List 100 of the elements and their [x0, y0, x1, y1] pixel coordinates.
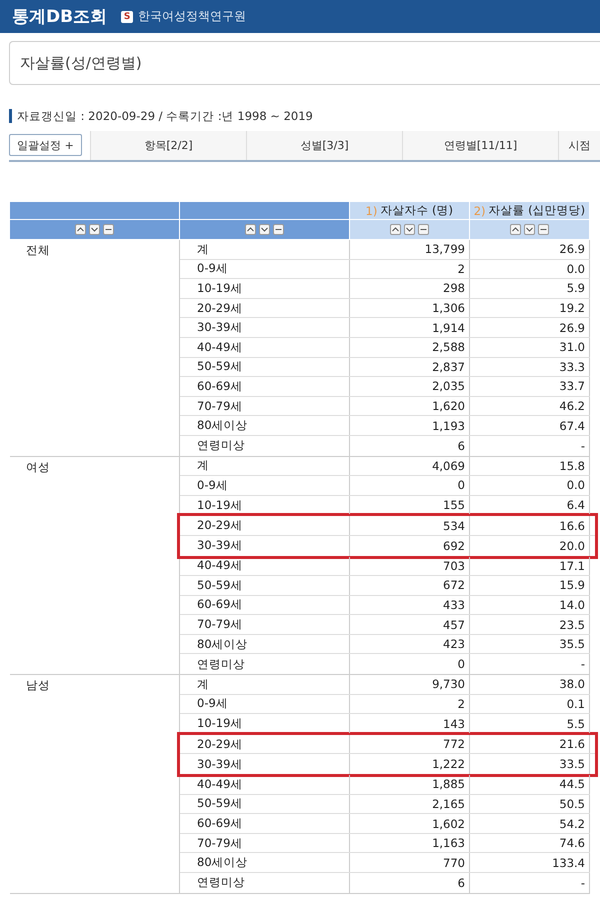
age-cell: 80세이상	[180, 416, 350, 435]
count-cell: 2,035	[350, 377, 470, 396]
count-cell: 672	[350, 576, 470, 595]
rate-cell: 17.1	[470, 556, 590, 576]
age-cell: 0-9세	[180, 694, 350, 714]
rate-cell: -	[470, 873, 590, 893]
collapse-button[interactable]	[102, 224, 114, 235]
chevron-up-icon	[76, 227, 84, 232]
count-cell: 6	[350, 436, 470, 456]
count-cell: 2,837	[350, 358, 470, 376]
count-cell: 1,222	[350, 754, 470, 774]
count-cell: 155	[350, 496, 470, 514]
chevron-up-icon	[246, 227, 254, 232]
bulk-setting-button[interactable]: 일괄설정 +	[9, 134, 82, 156]
age-cell: 30-39세	[180, 318, 350, 337]
count-cell: 1,163	[350, 834, 470, 852]
count-cell: 9,730	[350, 675, 470, 694]
app-title: 통계DB조회	[12, 6, 108, 28]
page-title: 자살률(성/연령별)	[20, 54, 142, 72]
rate-cell: 31.0	[470, 338, 590, 357]
age-cell: 70-79세	[180, 396, 350, 416]
count-cell: 6	[350, 873, 470, 893]
age-cell: 연령미상	[180, 436, 350, 456]
age-cell: 50-59세	[180, 794, 350, 814]
count-cell: 1,306	[350, 298, 470, 318]
chevron-down-icon	[90, 227, 98, 232]
count-cell: 770	[350, 853, 470, 872]
age-cell: 0-9세	[180, 476, 350, 495]
rate-cell: 5.9	[470, 279, 590, 298]
rate-cell: 33.7	[470, 377, 590, 396]
age-cell: 40-49세	[180, 556, 350, 576]
count-cell: 0	[350, 476, 470, 495]
age-cell: 연령미상	[180, 873, 350, 893]
rate-cell: 0.0	[470, 260, 590, 278]
age-cell: 60-69세	[180, 814, 350, 833]
chevron-down-icon	[526, 227, 533, 232]
rate-cell: 50.5	[470, 794, 590, 814]
sort-down-button[interactable]	[258, 224, 270, 235]
count-cell: 1,885	[350, 775, 470, 794]
count-cell: 1,193	[350, 416, 470, 435]
rate-cell: 20.0	[470, 536, 590, 556]
age-cell: 80세이상	[180, 853, 350, 872]
group-label: 남성	[25, 677, 51, 694]
rate-cell: 15.9	[470, 576, 590, 595]
filter-tab[interactable]: 항목[2/2]	[90, 131, 246, 160]
rate-cell: 21.6	[470, 734, 590, 754]
rate-cell: 0.0	[470, 476, 590, 495]
rate-cell: 15.8	[470, 456, 590, 476]
count-cell: 143	[350, 714, 470, 733]
rate-cell: 33.5	[470, 754, 590, 774]
age-cell: 80세이상	[180, 634, 350, 654]
minus-icon	[274, 227, 282, 232]
count-cell: 703	[350, 556, 470, 576]
sort-down-button[interactable]	[88, 224, 100, 235]
rate-cell: 46.2	[470, 396, 590, 416]
count-cell: 457	[350, 615, 470, 634]
age-cell: 40-49세	[180, 775, 350, 794]
age-cell: 10-19세	[180, 496, 350, 514]
count-cell: 298	[350, 279, 470, 298]
age-cell: 40-49세	[180, 338, 350, 357]
age-cell: 10-19세	[180, 279, 350, 298]
count-cell: 423	[350, 634, 470, 654]
age-cell: 20-29세	[180, 298, 350, 318]
count-cell: 2,588	[350, 338, 470, 357]
rate-cell: 67.4	[470, 416, 590, 435]
org-name: 한국여성정책연구원	[138, 8, 246, 25]
age-cell: 계	[180, 456, 350, 476]
age-cell: 50-59세	[180, 358, 350, 376]
rate-cell: 14.0	[470, 596, 590, 614]
count-cell: 534	[350, 516, 470, 535]
age-cell: 20-29세	[180, 516, 350, 535]
age-cell: 연령미상	[180, 654, 350, 674]
rate-cell: 133.4	[470, 853, 590, 872]
rate-cell: 38.0	[470, 675, 590, 694]
chevron-down-icon	[260, 227, 268, 232]
age-cell: 0-9세	[180, 260, 350, 278]
info-text: 자료갱신일 : 2020-09-29 / 수록기간 :년 1998 ~ 2019	[9, 109, 600, 123]
filter-tab[interactable]: 성별[3/3]	[246, 131, 402, 160]
chevron-up-icon	[392, 227, 399, 232]
collapse-button[interactable]	[538, 224, 549, 235]
age-cell: 50-59세	[180, 576, 350, 595]
rate-cell: 35.5	[470, 634, 590, 654]
sort-down-button[interactable]	[404, 224, 415, 235]
sort-up-button[interactable]	[244, 224, 256, 235]
collapse-button[interactable]	[418, 224, 429, 235]
sort-up-button[interactable]	[510, 224, 521, 235]
count-cell: 13,799	[350, 240, 470, 259]
age-cell: 60-69세	[180, 377, 350, 396]
rate-cell: 6.4	[470, 496, 590, 514]
sort-up-button[interactable]	[390, 224, 401, 235]
minus-icon	[540, 227, 547, 232]
sort-up-button[interactable]	[74, 224, 86, 235]
count-cell: 0	[350, 654, 470, 674]
filter-tab[interactable]: 연령별[11/11]	[402, 131, 558, 160]
collapse-button[interactable]	[272, 224, 284, 235]
sort-down-button[interactable]	[524, 224, 535, 235]
minus-icon	[104, 227, 112, 232]
group-label: 전체	[25, 242, 51, 258]
count-cell: 2	[350, 260, 470, 278]
filter-tab[interactable]: 시점	[558, 131, 600, 160]
